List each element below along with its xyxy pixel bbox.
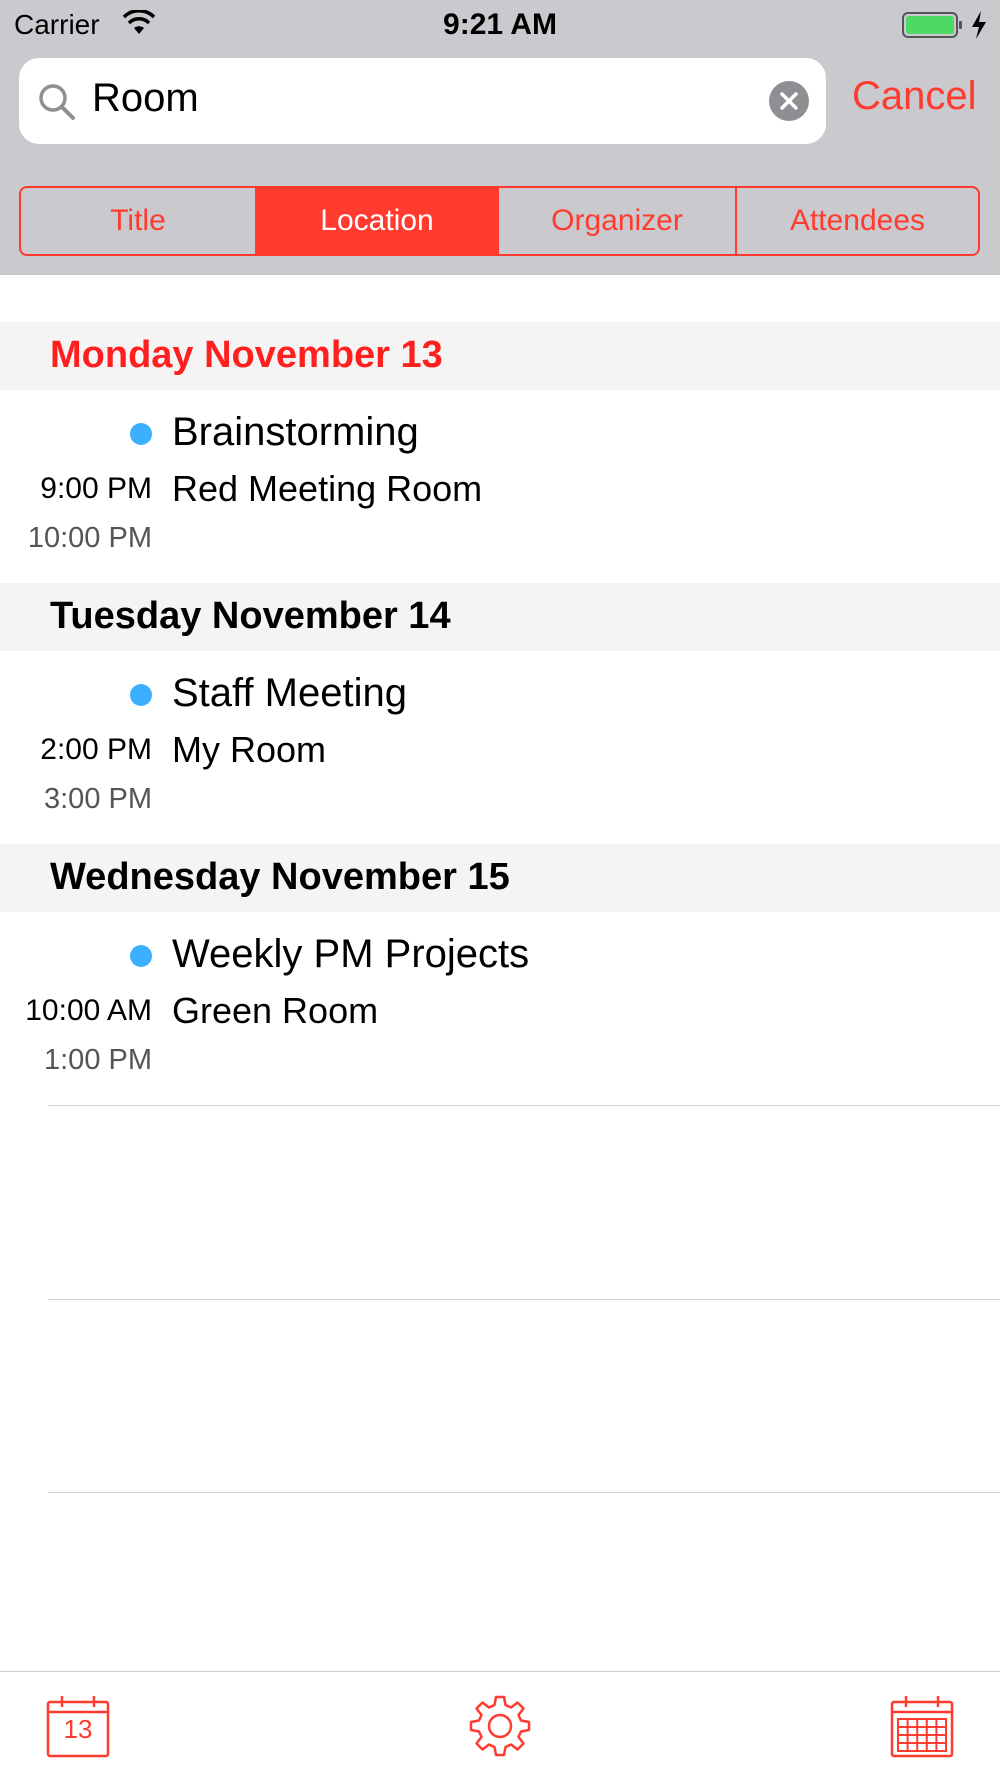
calendar-month-icon[interactable] bbox=[890, 1694, 954, 1758]
segment-title[interactable]: Title bbox=[21, 188, 257, 254]
event-row[interactable]: Weekly PM Projects 10:00 AM Green Room 1… bbox=[0, 912, 1000, 1105]
search-header: Carrier 9:21 AM Room Cancel Title Locati… bbox=[0, 0, 1000, 275]
section-header-date: Tuesday November 14 bbox=[0, 583, 1000, 651]
segment-location[interactable]: Location bbox=[257, 188, 499, 254]
segment-attendees[interactable]: Attendees bbox=[737, 188, 978, 254]
event-location: My Room bbox=[172, 729, 327, 770]
section-header-date: Wednesday November 15 bbox=[0, 844, 1000, 912]
clear-search-icon[interactable] bbox=[769, 81, 809, 121]
today-date-number: 13 bbox=[63, 1714, 93, 1744]
event-start-time: 10:00 AM bbox=[25, 994, 152, 1027]
search-icon bbox=[39, 84, 75, 120]
section-date: Tuesday November 14 bbox=[50, 595, 451, 637]
event-location: Red Meeting Room bbox=[172, 468, 483, 509]
event-title: Weekly PM Projects bbox=[172, 932, 530, 976]
status-time: 9:21 AM bbox=[443, 8, 557, 41]
cancel-button[interactable]: Cancel bbox=[852, 74, 977, 119]
status-bar: Carrier 9:21 AM bbox=[0, 0, 1000, 50]
calendar-color-dot bbox=[130, 945, 152, 967]
calendar-color-dot bbox=[130, 423, 152, 445]
search-scope-segmented-control: Title Location Organizer Attendees bbox=[19, 186, 980, 256]
gear-icon[interactable] bbox=[468, 1694, 532, 1758]
search-input[interactable]: Room bbox=[19, 58, 826, 144]
calendar-color-dot bbox=[130, 684, 152, 706]
section-date: Monday November 13 bbox=[50, 334, 443, 376]
event-end-time: 10:00 PM bbox=[27, 522, 152, 554]
event-row[interactable]: Staff Meeting 2:00 PM My Room 3:00 PM bbox=[0, 651, 1000, 844]
segment-organizer[interactable]: Organizer bbox=[499, 188, 737, 254]
section-header-date: Monday November 13 bbox=[0, 322, 1000, 390]
search-query[interactable]: Room bbox=[92, 76, 199, 121]
event-end-time: 3:00 PM bbox=[44, 783, 152, 815]
event-title: Brainstorming bbox=[172, 410, 419, 454]
section-date: Wednesday November 15 bbox=[50, 856, 510, 898]
row-separator bbox=[48, 1299, 1000, 1300]
tab-bar: 13 bbox=[0, 1671, 1000, 1778]
charging-bolt-icon bbox=[972, 11, 986, 39]
event-start-time: 9:00 PM bbox=[40, 472, 152, 505]
event-location: Green Room bbox=[172, 990, 379, 1031]
event-row[interactable]: Brainstorming 9:00 PM Red Meeting Room 1… bbox=[0, 390, 1000, 583]
row-separator bbox=[48, 1492, 1000, 1493]
row-separator bbox=[48, 1105, 1000, 1106]
event-title: Staff Meeting bbox=[172, 671, 407, 715]
event-start-time: 2:00 PM bbox=[40, 733, 152, 766]
battery-icon bbox=[902, 12, 962, 38]
event-end-time: 1:00 PM bbox=[44, 1044, 152, 1076]
